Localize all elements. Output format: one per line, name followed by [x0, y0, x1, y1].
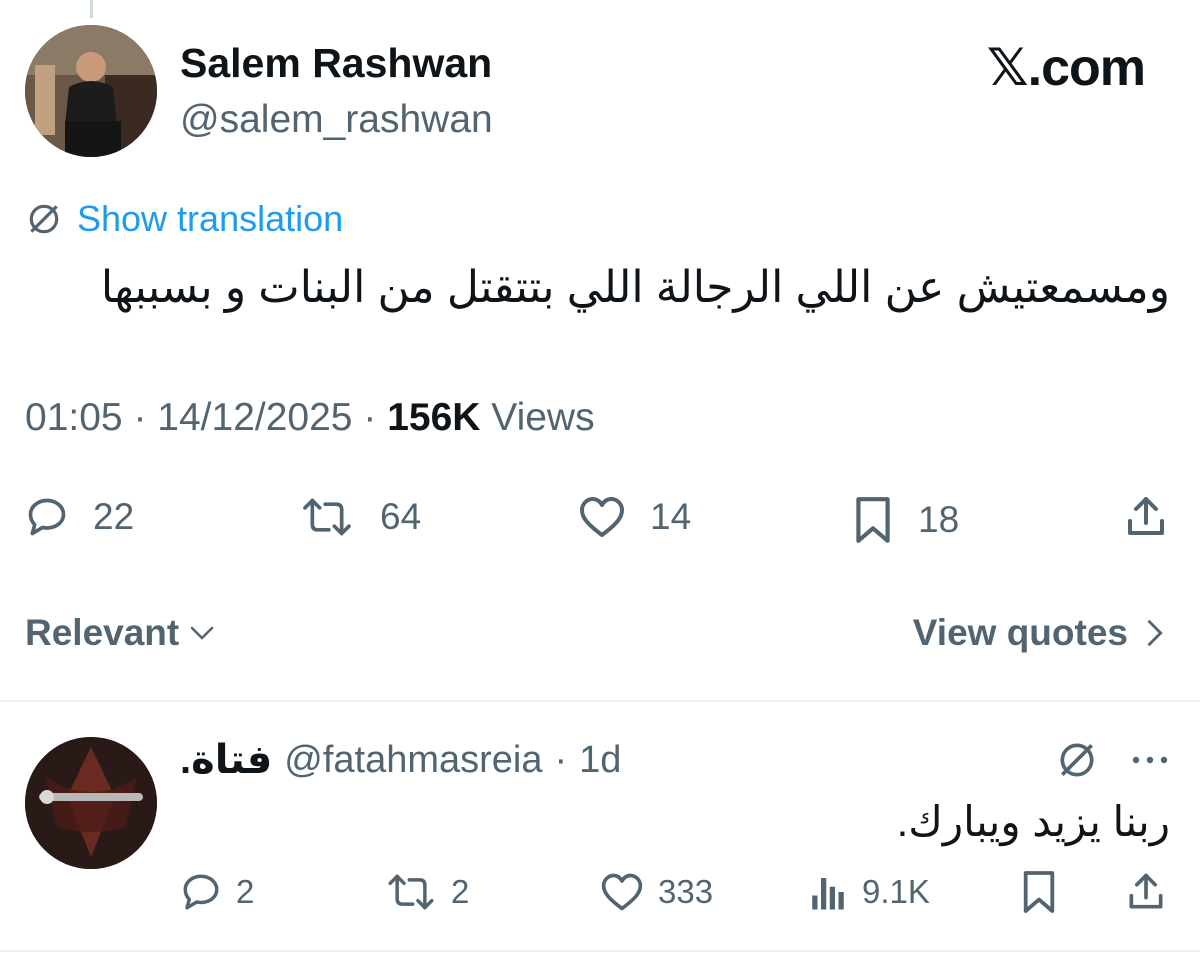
reply-reply-button[interactable]: 2 — [180, 871, 254, 913]
like-count: 14 — [650, 496, 692, 537]
reply-button[interactable]: 22 — [25, 495, 134, 539]
chevron-down-icon — [187, 618, 217, 648]
author-avatar[interactable] — [25, 25, 157, 157]
reply-author-handle[interactable]: @fatahmasreia — [284, 739, 542, 782]
translate-icon — [1055, 738, 1099, 782]
bottom-divider — [0, 950, 1200, 952]
views-icon — [808, 871, 848, 913]
reply-like-button[interactable]: 333 — [600, 871, 713, 913]
heart-icon — [578, 495, 626, 539]
repost-count: 64 — [380, 496, 422, 537]
reply-repost-count: 2 — [451, 873, 470, 910]
section-divider — [0, 700, 1200, 702]
reply-age[interactable]: 1d — [579, 739, 621, 782]
tweet-time[interactable]: 01:05 — [25, 396, 123, 439]
tweet-meta: 01:05 · 14/12/2025 · 156K Views — [25, 396, 595, 440]
repost-button[interactable]: 64 — [298, 495, 421, 539]
reply-bookmark-button[interactable] — [1020, 869, 1058, 915]
meta-separator: · — [133, 396, 147, 439]
views-count: 156K — [387, 396, 481, 439]
bookmark-count: 18 — [918, 499, 960, 540]
reply-like-count: 333 — [658, 873, 714, 910]
repost-icon — [298, 495, 356, 539]
like-button[interactable]: 14 — [578, 495, 691, 539]
reply-text: ربنا يزيد ويبارك. — [896, 798, 1170, 845]
repost-icon — [385, 871, 437, 913]
reply-header: فتاة. @fatahmasreia · 1d — [180, 737, 621, 783]
thread-line — [90, 0, 93, 18]
share-icon — [1122, 492, 1170, 542]
view-quotes-link[interactable]: View quotes — [913, 612, 1168, 654]
tweet-text: ومسمعتيش عن اللي الرجالة اللي بتتقتل من … — [100, 263, 1170, 312]
reply-reply-count: 2 — [236, 873, 255, 910]
reply-icon — [180, 871, 222, 913]
reply-views-count: 9.1K — [862, 873, 930, 910]
reply-separator: · — [554, 738, 568, 781]
more-icon — [1128, 740, 1172, 780]
meta-separator: · — [363, 396, 377, 439]
more-options-button[interactable] — [1128, 740, 1172, 780]
reply-icon — [25, 495, 69, 539]
author-name[interactable]: Salem Rashwan — [180, 40, 492, 87]
sort-dropdown[interactable]: Relevant — [25, 612, 217, 654]
view-quotes-label: View quotes — [912, 612, 1128, 653]
show-translation-button[interactable]: Show translation — [25, 198, 343, 240]
chevron-right-icon — [1142, 616, 1168, 650]
tweet-date[interactable]: 14/12/2025 — [157, 396, 352, 439]
reply-author-name[interactable]: فتاة. — [180, 737, 272, 783]
bookmark-icon — [852, 495, 894, 545]
views-label: Views — [491, 396, 595, 439]
show-translation-label: Show translation — [77, 198, 344, 239]
author-handle[interactable]: @salem_rashwan — [180, 98, 493, 142]
reply-repost-button[interactable]: 2 — [385, 871, 469, 913]
share-icon — [1124, 869, 1168, 915]
brand-watermark: 𝕏.com — [986, 39, 1146, 97]
translate-icon — [25, 200, 63, 238]
bookmark-icon — [1020, 869, 1058, 915]
sort-label: Relevant — [25, 612, 180, 653]
reply-translate-button[interactable] — [1055, 738, 1099, 782]
share-button[interactable] — [1122, 492, 1170, 542]
reply-count: 22 — [93, 496, 135, 537]
reply-share-button[interactable] — [1124, 869, 1168, 915]
reply-views-button[interactable]: 9.1K — [808, 871, 930, 913]
reply-author-avatar[interactable] — [25, 737, 157, 869]
bookmark-button[interactable]: 18 — [852, 495, 959, 545]
heart-icon — [600, 871, 644, 913]
